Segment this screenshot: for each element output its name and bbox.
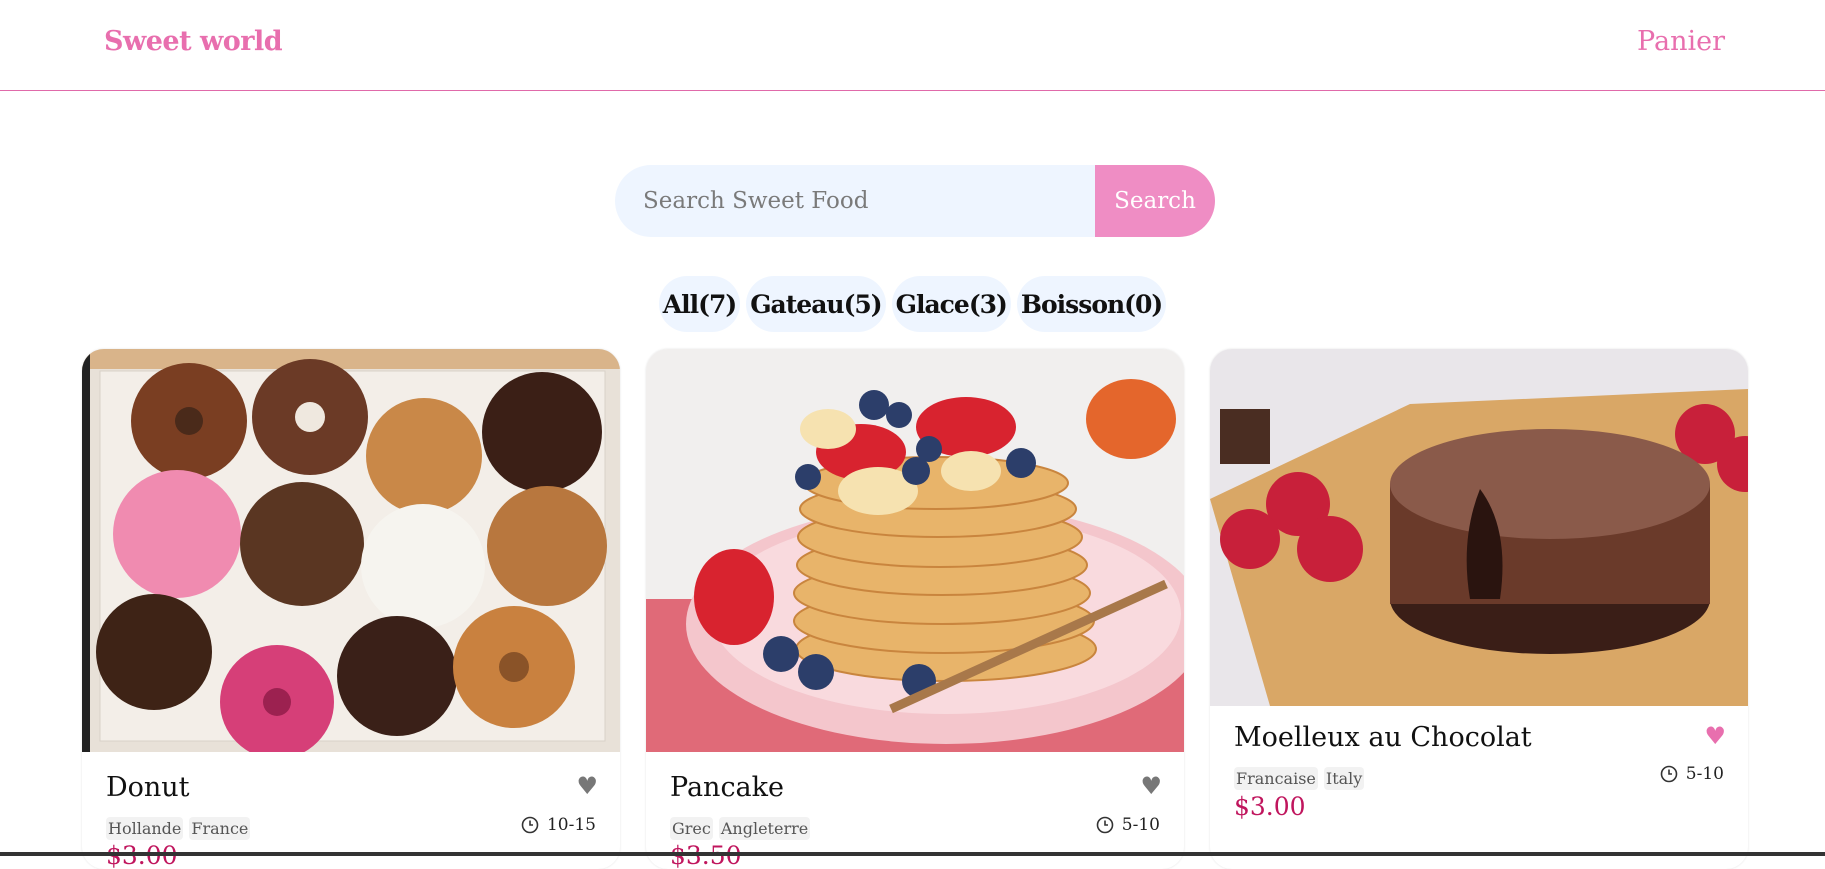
product-card-pancake[interactable]: Pancake ♥ Grec Angleterre 5-10 $3.50 bbox=[646, 349, 1184, 869]
donuts-box-image bbox=[82, 349, 620, 752]
prep-time-value: 5-10 bbox=[1121, 815, 1160, 835]
filter-all[interactable]: All(7) bbox=[658, 276, 741, 332]
product-title: Donut bbox=[106, 772, 190, 803]
prep-time-value: 5-10 bbox=[1685, 764, 1724, 784]
search-button[interactable]: Search bbox=[1095, 165, 1215, 237]
product-card-moelleux[interactable]: Moelleux au Chocolat ♥ Francaise Italy 5… bbox=[1210, 349, 1748, 869]
price: $3.00 bbox=[1234, 792, 1306, 821]
product-title: Moelleux au Chocolat bbox=[1234, 722, 1532, 753]
tag: Italy bbox=[1323, 767, 1365, 790]
top-navbar: Sweet world Panier bbox=[0, 0, 1825, 91]
tag: Angleterre bbox=[718, 817, 811, 840]
clock-icon bbox=[1096, 816, 1114, 834]
tag: Francaise bbox=[1234, 767, 1318, 790]
prep-time: 5-10 bbox=[1660, 764, 1724, 784]
filter-gateau[interactable]: Gateau(5) bbox=[746, 276, 886, 332]
tag: France bbox=[189, 817, 251, 840]
origin-tags: Hollande France bbox=[106, 817, 251, 840]
tag: Hollande bbox=[106, 817, 184, 840]
clock-icon bbox=[521, 816, 539, 834]
cart-link[interactable]: Panier bbox=[1637, 26, 1725, 57]
origin-tags: Grec Angleterre bbox=[670, 817, 811, 840]
product-title: Pancake bbox=[670, 772, 784, 803]
category-filters: All(7) Gateau(5) Glace(3) Boisson(0) bbox=[0, 276, 1825, 332]
chocolate-lava-cake-image bbox=[1210, 349, 1748, 706]
origin-tags: Francaise Italy bbox=[1234, 767, 1365, 790]
heart-icon[interactable]: ♥ bbox=[1704, 722, 1726, 750]
product-card-donut[interactable]: Donut ♥ Hollande France 10-15 $3.00 bbox=[82, 349, 620, 869]
filter-glace[interactable]: Glace(3) bbox=[891, 276, 1011, 332]
tag: Grec bbox=[670, 817, 713, 840]
heart-icon[interactable]: ♥ bbox=[1140, 772, 1162, 800]
prep-time: 5-10 bbox=[1096, 815, 1160, 835]
prep-time: 10-15 bbox=[521, 815, 596, 835]
search-input[interactable] bbox=[615, 165, 1095, 237]
window-bottom-edge bbox=[0, 852, 1825, 856]
search-bar: Search bbox=[615, 165, 1215, 237]
pancake-stack-image bbox=[646, 349, 1184, 752]
filter-boisson[interactable]: Boisson(0) bbox=[1016, 276, 1167, 332]
clock-icon bbox=[1660, 765, 1678, 783]
heart-icon[interactable]: ♥ bbox=[576, 772, 598, 800]
brand-logo-link[interactable]: Sweet world bbox=[104, 26, 283, 57]
prep-time-value: 10-15 bbox=[546, 815, 596, 835]
